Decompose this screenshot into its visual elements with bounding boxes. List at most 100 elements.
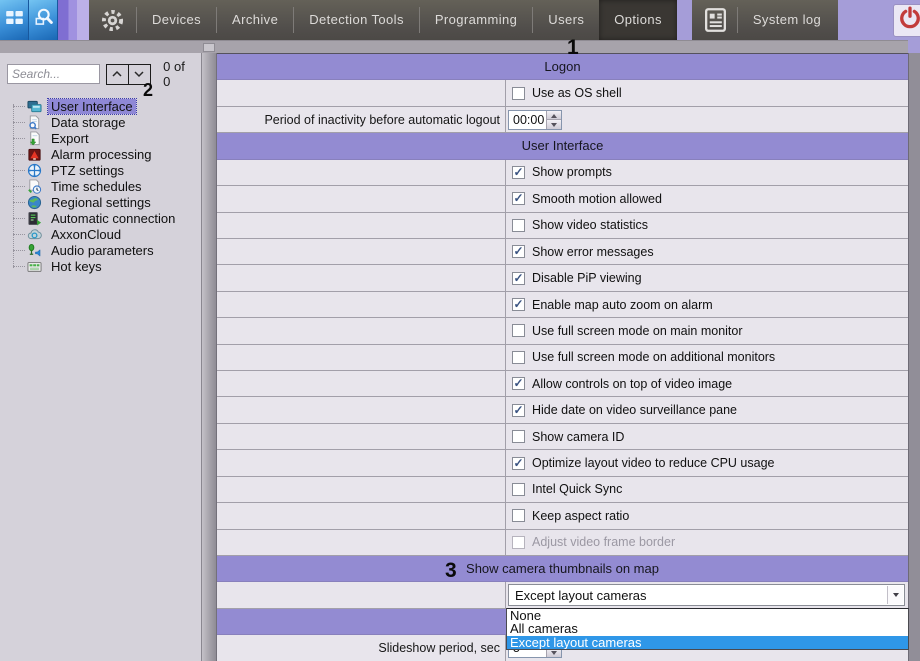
- checkbox-allow-controls-on-top-of-video-image[interactable]: [512, 377, 525, 390]
- time-input-value: 00:00: [509, 111, 546, 129]
- content-area: 0 of 0 User InterfaceData storageExportA…: [0, 53, 920, 661]
- panel-splitter[interactable]: [201, 53, 217, 661]
- power-button[interactable]: [893, 4, 920, 37]
- checkbox-label: Enable map auto zoom on alarm: [532, 298, 713, 312]
- row-label-cell: [217, 318, 506, 343]
- settings-row-enable-map-auto-zoom-on-alarm: Enable map auto zoom on alarm: [217, 292, 908, 318]
- checkbox-use-as-os-shell[interactable]: [512, 87, 525, 100]
- tab-programming[interactable]: Programming: [420, 0, 532, 40]
- settings-row-show-camera-id: Show camera ID: [217, 424, 908, 450]
- globe-icon: [27, 195, 43, 210]
- app-window: DevicesArchiveDetection ToolsProgramming…: [0, 0, 920, 661]
- layout-grid-icon: [5, 8, 24, 32]
- row-value-cell: Hide date on video surveillance pane: [506, 397, 908, 422]
- sidebar-item-data-storage[interactable]: Data storage: [0, 114, 201, 130]
- checkbox-show-camera-id[interactable]: [512, 430, 525, 443]
- ptz-icon: [27, 163, 43, 178]
- sidebar-item-user-interface[interactable]: User Interface: [0, 98, 201, 114]
- layouts-button[interactable]: [0, 0, 29, 40]
- row-value-cell: Allow controls on top of video image: [506, 371, 908, 396]
- search-input[interactable]: [7, 64, 100, 84]
- row-value-cell: Enable map auto zoom on alarm: [506, 292, 908, 317]
- checkbox-label: Use full screen mode on additional monit…: [532, 350, 775, 364]
- audio-icon: [27, 243, 43, 258]
- settings-row-smooth-motion-allowed: Smooth motion allowed: [217, 186, 908, 212]
- field-label: Period of inactivity before automatic lo…: [264, 113, 500, 127]
- settings-row-show-error-messages: Show error messages: [217, 239, 908, 265]
- section-header-label: User Interface: [522, 138, 604, 153]
- row-label-cell: [217, 582, 506, 607]
- sidebar-item-time-schedules[interactable]: Time schedules: [0, 178, 201, 194]
- time-input[interactable]: 00:00: [508, 110, 562, 130]
- sidebar-item-export[interactable]: Export: [0, 130, 201, 146]
- checkbox-hide-date-on-video-surveillance-pane[interactable]: [512, 404, 525, 417]
- checkbox-smooth-motion-allowed[interactable]: [512, 192, 525, 205]
- annotation-marker-3: 3: [445, 560, 457, 581]
- system-log-button[interactable]: System log: [738, 0, 836, 40]
- checkbox-adjust-video-frame-border: [512, 536, 525, 549]
- dropdown-option-none[interactable]: None: [507, 609, 908, 622]
- checkbox-disable-pip-viewing[interactable]: [512, 272, 525, 285]
- checkbox-label: Hide date on video surveillance pane: [532, 403, 737, 417]
- sidebar-item-automatic-connection[interactable]: Automatic connection: [0, 210, 201, 226]
- user-interface-icon: [27, 99, 43, 114]
- row-label-cell: [217, 450, 506, 475]
- checkbox-keep-aspect-ratio[interactable]: [512, 509, 525, 522]
- section-header-label: Logon: [544, 59, 580, 74]
- sidebar-item-audio-parameters[interactable]: Audio parameters: [0, 242, 201, 258]
- checkbox-intel-quick-sync[interactable]: [512, 483, 525, 496]
- sidebar-item-regional-settings[interactable]: Regional settings: [0, 194, 201, 210]
- thumbnails-dropdown-list: NoneAll camerasExcept layout cameras: [506, 608, 909, 650]
- dropdown-option-all-cameras[interactable]: All cameras: [507, 622, 908, 635]
- sidebar-item-label: Hot keys: [48, 259, 105, 274]
- dropdown-option-except-layout-cameras[interactable]: Except layout cameras: [507, 636, 908, 649]
- checkbox-show-prompts[interactable]: [512, 166, 525, 179]
- settings-row-keep-aspect-ratio: Keep aspect ratio: [217, 503, 908, 529]
- settings-row-use-as-os-shell: Use as OS shell: [217, 80, 908, 106]
- combobox-arrow-icon[interactable]: [887, 586, 903, 604]
- sidebar-item-hot-keys[interactable]: Hot keys: [0, 258, 201, 274]
- row-value-cell: Show prompts: [506, 160, 908, 185]
- tab-users[interactable]: Users: [533, 0, 599, 40]
- checkbox-enable-map-auto-zoom-on-alarm[interactable]: [512, 298, 525, 311]
- sidebar-item-axxoncloud[interactable]: AxxonCloud: [0, 226, 201, 242]
- checkbox-use-full-screen-mode-on-additional-monitors[interactable]: [512, 351, 525, 364]
- search-prev-button[interactable]: [106, 64, 129, 85]
- sidebar-item-alarm-processing[interactable]: Alarm processing: [0, 146, 201, 162]
- checkbox-show-error-messages[interactable]: [512, 245, 525, 258]
- time-spin-up-button[interactable]: [547, 111, 561, 121]
- sidebar-item-label: User Interface: [48, 99, 136, 114]
- power-icon: [898, 6, 920, 35]
- checkbox-use-full-screen-mode-on-main-monitor[interactable]: [512, 324, 525, 337]
- settings-row-use-full-screen-mode-on-additional-monitors: Use full screen mode on additional monit…: [217, 345, 908, 371]
- cloud-icon: [27, 227, 43, 242]
- row-value-cell: Except layout cameras: [506, 582, 908, 607]
- checkbox-label: Optimize layout video to reduce CPU usag…: [532, 456, 775, 470]
- checkbox-label: Show video statistics: [532, 218, 648, 232]
- tab-options[interactable]: Options: [599, 0, 677, 40]
- settings-row-period-of-inactivity-before-automatic-logout: Period of inactivity before automatic lo…: [217, 107, 908, 133]
- thumbnails-mode-combobox[interactable]: Except layout cameras: [508, 584, 905, 606]
- settings-row-disable-pip-viewing: Disable PiP viewing: [217, 265, 908, 291]
- checkbox-show-video-statistics[interactable]: [512, 219, 525, 232]
- archive-search-button[interactable]: [29, 0, 58, 40]
- time-spin-down-button[interactable]: [547, 120, 561, 129]
- tab-devices[interactable]: Devices: [137, 0, 216, 40]
- section-header-show-camera-thumbnails-on-map: Show camera thumbnails on map: [217, 556, 908, 582]
- sidebar-item-label: Audio parameters: [48, 243, 157, 258]
- tab-detection-tools[interactable]: Detection Tools: [294, 0, 419, 40]
- connection-icon: [27, 211, 43, 226]
- sidebar-item-ptz-settings[interactable]: PTZ settings: [0, 162, 201, 178]
- row-label-cell: [217, 503, 506, 528]
- checkbox-optimize-layout-video-to-reduce-cpu-usage[interactable]: [512, 457, 525, 470]
- settings-row-allow-controls-on-top-of-video-image: Allow controls on top of video image: [217, 371, 908, 397]
- system-log-icon[interactable]: [694, 7, 737, 33]
- checkbox-label: Show prompts: [532, 165, 612, 179]
- schedule-icon: [27, 179, 43, 194]
- splitter-grip[interactable]: [203, 43, 215, 52]
- tab-archive[interactable]: Archive: [217, 0, 293, 40]
- row-label-cell: [217, 345, 506, 370]
- row-value-cell: Show video statistics: [506, 213, 908, 238]
- row-label-cell: [217, 530, 506, 555]
- settings-gear-icon[interactable]: [89, 8, 136, 33]
